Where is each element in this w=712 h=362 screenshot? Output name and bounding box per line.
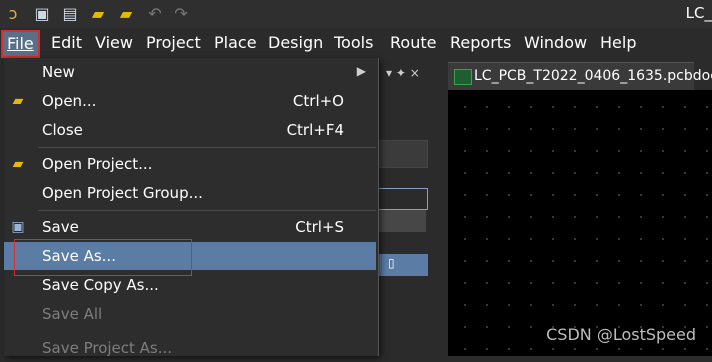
menu-place[interactable]: Place xyxy=(214,34,257,52)
menu-project[interactable]: Project xyxy=(146,34,201,52)
pcb-canvas[interactable]: CSDN @LostSpeed xyxy=(448,90,712,356)
menu-item-save-all[interactable]: Save All xyxy=(4,300,376,328)
window-title: LC_ xyxy=(685,4,712,22)
submenu-arrow-icon: ▶ xyxy=(356,64,366,78)
menu-design[interactable]: Design xyxy=(268,34,323,52)
document-icon: ▯ xyxy=(388,256,395,270)
menu-item-open-project-group[interactable]: Open Project Group... xyxy=(4,179,376,207)
menu-item-close[interactable]: Close Ctrl+F4 xyxy=(4,116,376,144)
app-logo-icon[interactable]: ↄ xyxy=(4,5,22,23)
save-all-icon[interactable]: ▤ xyxy=(61,5,79,23)
open-project-icon[interactable]: ▰ xyxy=(117,5,135,23)
menubar: File Edit View Project Place Design Tool… xyxy=(0,28,712,58)
menu-help[interactable]: Help xyxy=(600,34,636,52)
menu-view[interactable]: View xyxy=(95,34,133,52)
redo-icon[interactable]: ↷ xyxy=(172,5,190,23)
pcb-doc-icon xyxy=(454,69,472,85)
annotation-highlight-box xyxy=(14,239,192,276)
toolbar: ↄ ▣ ▤ ▰ ▰ ↶ ↷ LC_ xyxy=(0,0,712,28)
menu-separator xyxy=(38,147,376,148)
panel-search-box[interactable] xyxy=(378,140,428,168)
panel-selected-row[interactable]: ▯ xyxy=(378,254,428,276)
open-folder-icon[interactable]: ▰ xyxy=(89,5,107,23)
panel-controls[interactable]: ▾ ✦ × xyxy=(386,66,420,80)
menu-separator xyxy=(38,210,376,211)
panel-row xyxy=(378,210,426,232)
menu-tools[interactable]: Tools xyxy=(334,34,373,52)
menu-file[interactable]: File xyxy=(1,30,40,58)
panel-input-box[interactable] xyxy=(378,188,428,210)
save-icon[interactable]: ▣ xyxy=(33,5,51,23)
document-tab-label: LC_PCB_T2022_0406_1635.pcbdoc xyxy=(474,68,712,84)
open-folder-icon: ▰ xyxy=(12,93,24,109)
menu-route[interactable]: Route xyxy=(390,34,436,52)
open-project-icon: ▰ xyxy=(12,156,24,172)
menu-item-save-project-as[interactable]: Save Project As... xyxy=(4,334,376,362)
file-menu-dropdown: New ▶ ▰ Open... Ctrl+O Close Ctrl+F4 ▰ O… xyxy=(4,58,379,357)
menu-item-open-project[interactable]: ▰ Open Project... xyxy=(4,150,376,178)
undo-icon[interactable]: ↶ xyxy=(146,5,164,23)
watermark: CSDN @LostSpeed xyxy=(546,325,696,344)
menu-window[interactable]: Window xyxy=(524,34,587,52)
menu-item-open[interactable]: ▰ Open... Ctrl+O xyxy=(4,87,376,115)
menu-item-new[interactable]: New ▶ xyxy=(4,58,376,86)
panel-header: ▾ ✦ × xyxy=(378,62,444,88)
document-tab[interactable]: LC_PCB_T2022_0406_1635.pcbdoc xyxy=(448,62,712,91)
save-icon: ▣ xyxy=(11,219,25,235)
menu-edit[interactable]: Edit xyxy=(51,34,82,52)
menu-reports[interactable]: Reports xyxy=(450,34,511,52)
menu-item-save[interactable]: ▣ Save Ctrl+S xyxy=(4,213,376,241)
